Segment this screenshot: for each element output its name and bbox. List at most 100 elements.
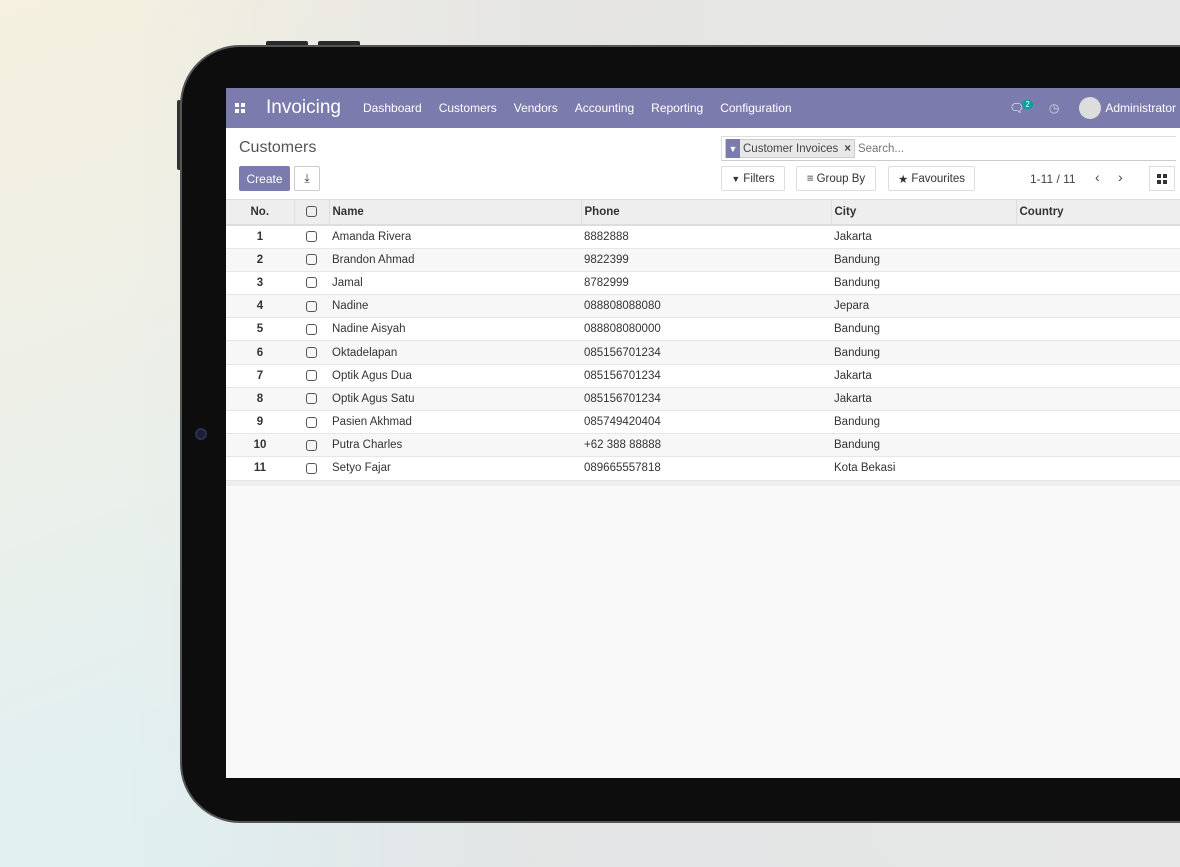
cell-country (1016, 225, 1180, 249)
column-country[interactable]: Country (1015, 200, 1180, 226)
kanban-view-button[interactable] (1149, 166, 1175, 191)
filters-button[interactable]: ▼ Filters (721, 166, 785, 191)
row-number: 9 (226, 410, 294, 435)
cell-country (1016, 317, 1180, 342)
select-all-checkbox[interactable] (293, 200, 329, 226)
avatar[interactable] (1079, 97, 1102, 119)
table-row[interactable]: 9 Pasien Akhmad 085749420404 Bandung (226, 410, 1180, 435)
pager-previous-icon[interactable]: ‹ (1095, 169, 1100, 185)
cell-city: Bandung (831, 248, 1016, 272)
cell-city: Bandung (831, 433, 1016, 458)
cell-city: Bandung (831, 271, 1016, 296)
row-number: 3 (226, 271, 294, 296)
table-row[interactable]: 2 Brandon Ahmad 9822399 Bandung (226, 248, 1180, 272)
row-checkbox[interactable] (294, 248, 329, 272)
cell-phone: 085156701234 (581, 364, 831, 388)
menu-customers[interactable]: Customers (439, 101, 497, 115)
row-number: 11 (226, 456, 294, 481)
favourites-button[interactable]: ★ Favourites (888, 166, 975, 191)
row-checkbox[interactable] (294, 317, 329, 342)
cell-city: Kota Bekasi (831, 456, 1016, 481)
cell-name: Jamal (329, 271, 581, 296)
row-checkbox[interactable] (294, 294, 329, 319)
row-checkbox[interactable] (294, 271, 329, 296)
search-bar: ▼ Customer Invoices × (721, 136, 1176, 161)
search-facet: ▼ Customer Invoices × (725, 139, 855, 158)
cell-name: Optik Agus Dua (329, 364, 581, 388)
column-phone[interactable]: Phone (580, 200, 831, 226)
menu-reporting[interactable]: Reporting (651, 101, 703, 115)
filters-label: Filters (743, 172, 775, 185)
breadcrumb: Customers (239, 139, 317, 156)
filter-icon: ▼ (726, 139, 740, 158)
user-menu[interactable]: Administrator (1105, 101, 1176, 115)
cell-phone: 089665557818 (581, 456, 831, 481)
row-number: 10 (226, 433, 294, 458)
table-footer (226, 480, 1180, 486)
star-icon: ★ (898, 173, 909, 186)
cell-name: Optik Agus Satu (329, 387, 581, 412)
remove-facet-icon[interactable]: × (841, 143, 854, 155)
app-title[interactable]: Invoicing (266, 97, 341, 119)
column-no[interactable]: No. (226, 200, 294, 226)
top-navbar: Invoicing Dashboard Customers Vendors Ac… (226, 88, 1180, 128)
table-row[interactable]: 10 Putra Charles +62 388 88888 Bandung (226, 433, 1180, 458)
row-checkbox[interactable] (294, 410, 329, 435)
apps-menu-icon[interactable] (235, 103, 245, 113)
column-city[interactable]: City (830, 200, 1016, 226)
cell-name: Pasien Akhmad (329, 410, 581, 435)
table-header: No. Name Phone City Country (226, 200, 1180, 226)
row-checkbox[interactable] (294, 433, 329, 458)
cell-country (1016, 340, 1180, 365)
cell-phone: 8882888 (581, 225, 831, 249)
group-by-button[interactable]: ≡ Group By (796, 166, 876, 191)
cell-name: Putra Charles (329, 433, 581, 458)
group-by-label: Group By (816, 172, 866, 185)
table-row[interactable]: 5 Nadine Aisyah 088808080000 Bandung (226, 317, 1180, 342)
cell-country (1016, 364, 1180, 388)
cell-country (1016, 294, 1180, 319)
row-checkbox[interactable] (294, 340, 329, 365)
cell-country (1016, 271, 1180, 296)
cell-country (1016, 433, 1180, 458)
camera (195, 428, 207, 440)
cell-city: Bandung (831, 317, 1016, 342)
row-checkbox[interactable] (294, 387, 329, 412)
cell-city: Bandung (831, 410, 1016, 435)
cell-city: Jakarta (831, 387, 1016, 412)
cell-city: Jakarta (831, 225, 1016, 249)
menu-dashboard[interactable]: Dashboard (363, 101, 422, 115)
row-checkbox[interactable] (294, 456, 329, 481)
facet-label: Customer Invoices (743, 142, 839, 155)
table-row[interactable]: 8 Optik Agus Satu 085156701234 Jakarta (226, 387, 1180, 412)
cell-phone: 088808088080 (581, 294, 831, 319)
table-row[interactable]: 6 Oktadelapan 085156701234 Bandung (226, 340, 1180, 365)
create-button[interactable]: Create (239, 166, 290, 191)
cell-name: Setyo Fajar (329, 456, 581, 481)
row-checkbox[interactable] (294, 225, 329, 249)
table-row[interactable]: 3 Jamal 8782999 Bandung (226, 271, 1180, 296)
search-input[interactable] (857, 142, 1058, 155)
row-number: 8 (226, 387, 294, 412)
app-screen: Invoicing Dashboard Customers Vendors Ac… (226, 88, 1180, 778)
table-row[interactable]: 4 Nadine 088808088080 Jepara (226, 294, 1180, 319)
cell-country (1016, 387, 1180, 412)
cell-country (1016, 248, 1180, 272)
download-icon[interactable]: ⤓ (294, 166, 320, 191)
pager-value[interactable]: 1-11 / 11 (1030, 172, 1076, 186)
activity-clock-icon[interactable]: ◷ (1049, 101, 1059, 115)
row-checkbox[interactable] (294, 364, 329, 388)
cell-phone: 9822399 (581, 248, 831, 272)
menu-configuration[interactable]: Configuration (720, 101, 791, 115)
cell-phone: 8782999 (581, 271, 831, 296)
menu-vendors[interactable]: Vendors (514, 101, 558, 115)
table-row[interactable]: 7 Optik Agus Dua 085156701234 Jakarta (226, 364, 1180, 388)
pager-next-icon[interactable]: › (1118, 169, 1123, 185)
row-number: 5 (226, 317, 294, 342)
column-name[interactable]: Name (328, 200, 581, 226)
menu-accounting[interactable]: Accounting (575, 101, 634, 115)
table-row[interactable]: 1 Amanda Rivera 8882888 Jakarta (226, 225, 1180, 249)
row-number: 2 (226, 248, 294, 272)
table-row[interactable]: 11 Setyo Fajar 089665557818 Kota Bekasi (226, 456, 1180, 481)
cell-phone: 088808080000 (581, 317, 831, 342)
